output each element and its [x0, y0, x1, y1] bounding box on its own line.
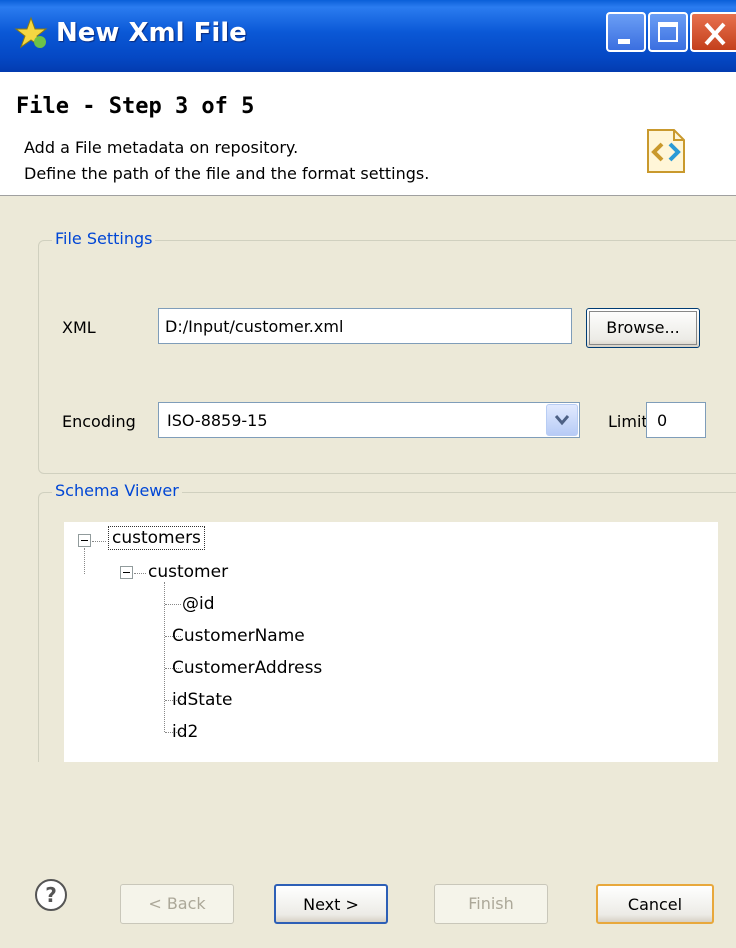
schema-viewer-title: Schema Viewer	[52, 481, 182, 500]
encoding-value: ISO-8859-15	[167, 411, 268, 430]
xml-file-icon	[647, 129, 685, 173]
chevron-down-icon	[555, 415, 569, 426]
finish-button[interactable]: Finish	[434, 884, 548, 924]
tree-leaf[interactable]: CustomerAddress	[172, 658, 322, 678]
encoding-select[interactable]: ISO-8859-15	[158, 402, 580, 438]
file-settings-title: File Settings	[52, 229, 156, 248]
collapse-icon[interactable]	[78, 534, 91, 547]
encoding-label: Encoding	[62, 412, 136, 431]
wizard-header: File - Step 3 of 5 Add a File metadata o…	[0, 72, 736, 196]
close-icon	[704, 22, 726, 46]
browse-button[interactable]: Browse...	[586, 308, 700, 348]
step-title: File - Step 3 of 5	[16, 94, 255, 119]
cancel-button[interactable]: Cancel	[596, 884, 714, 924]
maximize-button[interactable]	[648, 12, 688, 52]
tree-leaf[interactable]: @id	[182, 594, 215, 614]
limit-input[interactable]: 0	[646, 402, 706, 438]
file-settings-group	[38, 240, 736, 474]
help-icon[interactable]: ?	[34, 878, 68, 912]
xml-label: XML	[62, 318, 96, 337]
tree-leaf[interactable]: idState	[172, 690, 233, 710]
tree-node-root[interactable]: customers	[108, 526, 205, 550]
title-bar[interactable]: New Xml File	[0, 0, 736, 72]
xml-path-input[interactable]: D:/Input/customer.xml	[158, 308, 572, 344]
encoding-dropdown-button[interactable]	[546, 404, 578, 436]
collapse-icon[interactable]	[120, 566, 133, 579]
schema-tree[interactable]: customers customer @id CustomerName Cust…	[64, 522, 718, 762]
step-description-line2: Define the path of the file and the form…	[24, 164, 430, 183]
minimize-button[interactable]	[606, 12, 646, 52]
new-xml-file-dialog: New Xml File File - Step 3 of 5 Add a Fi…	[0, 0, 736, 948]
tree-node-label: customers	[108, 526, 205, 550]
close-button[interactable]	[690, 12, 736, 52]
tree-leaf[interactable]: CustomerName	[172, 626, 305, 646]
window-title: New Xml File	[56, 18, 247, 48]
step-description-line1: Add a File metadata on repository.	[24, 138, 299, 157]
wizard-star-icon	[14, 16, 48, 49]
tree-leaf[interactable]: id2	[172, 722, 198, 742]
tree-node-child[interactable]: customer	[148, 562, 228, 582]
next-button[interactable]: Next >	[274, 884, 388, 924]
svg-text:?: ?	[45, 883, 57, 907]
limit-label: Limit	[608, 412, 648, 431]
back-button[interactable]: < Back	[120, 884, 234, 924]
